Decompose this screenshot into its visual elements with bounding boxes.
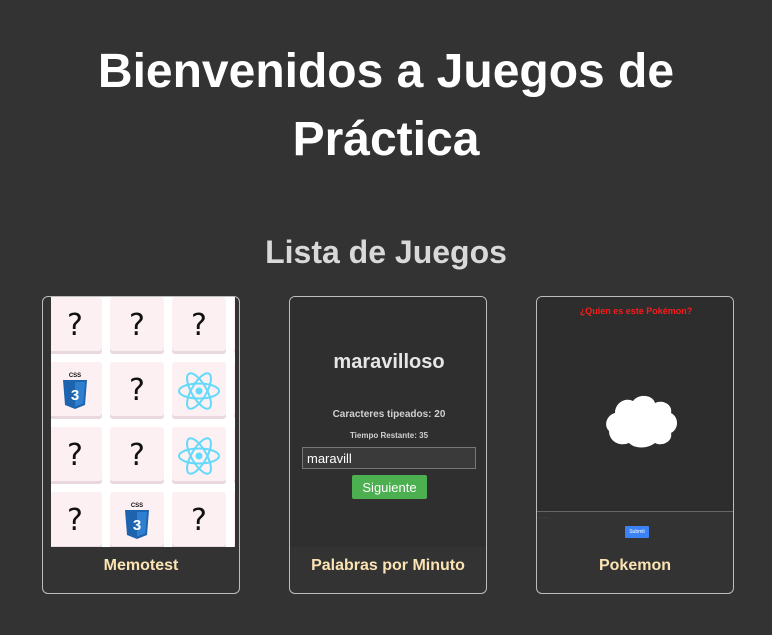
pokemon-silhouette-icon [606, 395, 677, 448]
game-label-memotest: Memotest [103, 557, 179, 574]
svg-text:3: 3 [133, 517, 141, 534]
memo-tile: ? [110, 427, 164, 484]
page-title-line1: Bienvenidos a Juegos de [97, 45, 675, 98]
pokemon-preview: ¿Quien es este Pokémon? . . . . . Submit [537, 297, 733, 548]
pokemon-answer-input[interactable]: . . . . . [539, 514, 549, 519]
game-card-pokemon[interactable]: ¿Quien es este Pokémon? . . . . . Submit… [536, 296, 734, 594]
memo-tile: ? [172, 297, 226, 354]
memo-tile: ? [172, 492, 226, 547]
css3-icon: CSS 3 [125, 503, 149, 539]
memo-tile [172, 362, 226, 419]
svg-text:CSS: CSS [131, 503, 143, 509]
memo-tile: ? [48, 492, 102, 547]
css3-icon: CSS 3 [63, 373, 87, 409]
svg-text:3: 3 [71, 387, 79, 404]
next-button[interactable]: Siguiente [352, 475, 427, 499]
memo-tile: ? [48, 427, 102, 484]
chars-typed: Caracteres tipeados: 20 [332, 409, 446, 420]
memo-tile: CSS 3 [110, 492, 164, 547]
game-label-palabras: Palabras por Minuto [311, 557, 465, 574]
word-input[interactable] [302, 447, 476, 469]
game-card-memotest[interactable]: ? ? ? ? CSS 3 ? [42, 296, 240, 594]
current-word: maravilloso [333, 351, 445, 373]
react-icon [178, 371, 220, 410]
time-remaining: Tiempo Restante: 35 [349, 431, 429, 440]
svg-text:CSS: CSS [69, 373, 81, 379]
memo-tile [172, 427, 226, 484]
memo-tile: ? [110, 297, 164, 354]
game-label-pokemon: Pokemon [598, 557, 671, 574]
memotest-grid: ? ? ? ? CSS 3 ? [48, 297, 239, 547]
page-title-line2: Práctica [292, 113, 480, 166]
pokemon-form: . . . . . Submit [537, 511, 733, 548]
palabras-preview: maravilloso Caracteres tipeados: 20 Tiem… [290, 297, 486, 547]
memo-tile: CSS 3 [48, 362, 102, 419]
memotest-gap [235, 297, 239, 547]
memotest-preview: ? ? ? ? CSS 3 ? [43, 297, 239, 547]
games-list-title: Lista de Juegos [265, 234, 507, 270]
memo-tile: ? [110, 362, 164, 419]
pokemon-question: ¿Quien es este Pokémon? [579, 306, 693, 316]
game-card-palabras[interactable]: maravilloso Caracteres tipeados: 20 Tiem… [289, 296, 487, 594]
page-title: Bienvenidos a Juegos de Práctica [0, 38, 772, 174]
react-icon [178, 436, 220, 475]
memo-tile: ? [48, 297, 102, 354]
memotest-gap [43, 297, 51, 547]
submit-button[interactable]: Submit [625, 526, 649, 538]
